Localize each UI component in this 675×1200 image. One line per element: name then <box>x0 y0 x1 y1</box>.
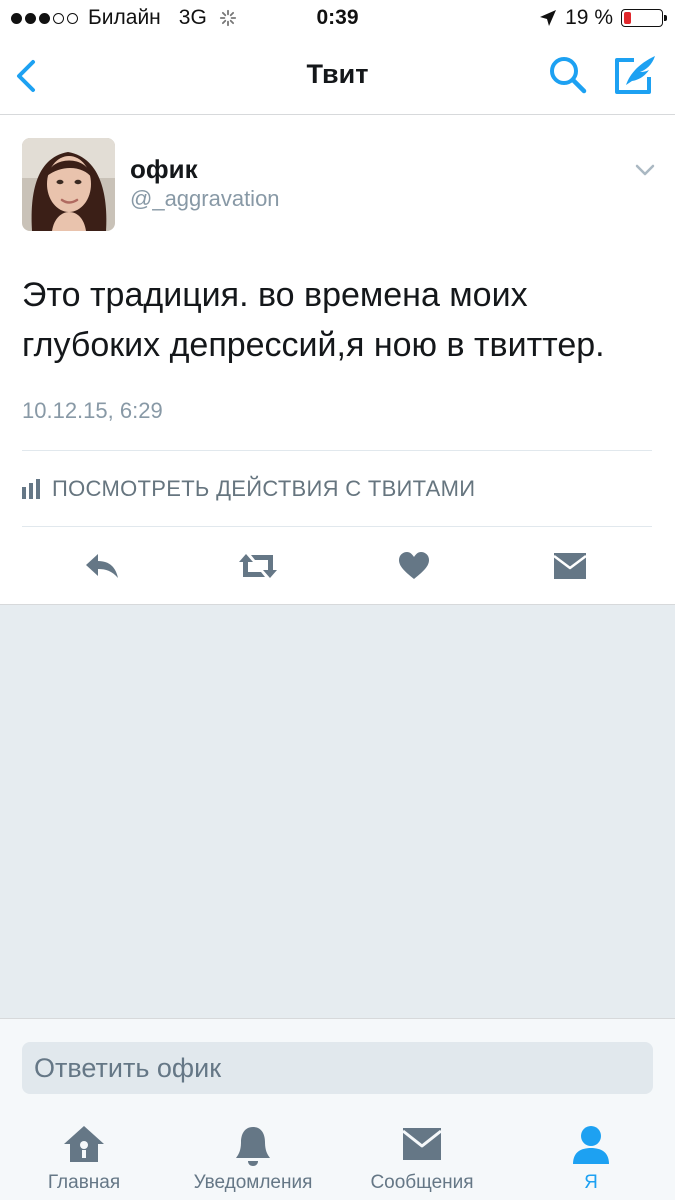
reply-button[interactable] <box>82 544 122 588</box>
avatar[interactable] <box>22 138 115 231</box>
tab-notifications[interactable]: Уведомления <box>169 1106 337 1200</box>
battery-level <box>624 12 631 24</box>
tab-messages[interactable]: Сообщения <box>338 1106 506 1200</box>
tab-home[interactable]: Главная <box>0 1106 168 1200</box>
tab-me[interactable]: Я <box>507 1106 675 1200</box>
bell-icon <box>236 1127 270 1166</box>
tweet-timestamp: 10.12.15, 6:29 <box>22 398 163 423</box>
direct-message-icon <box>553 553 587 579</box>
divider <box>22 526 652 527</box>
home-icon <box>64 1126 104 1162</box>
user-icon <box>573 1126 609 1164</box>
display-name[interactable]: офик <box>130 154 198 185</box>
tweet-actions <box>0 544 675 588</box>
tab-label: Сообщения <box>370 1172 474 1193</box>
tweet-text: Это традиция. во времена моих глубоких д… <box>22 276 605 364</box>
navigation-bar: Твит <box>0 36 675 115</box>
status-bar: Билайн 3G 0:39 19 % <box>0 0 675 36</box>
battery-percent: 19 % <box>565 6 613 29</box>
empty-replies-area <box>0 604 675 1018</box>
tweet-detail: офик @_aggravation Это традиция. во врем… <box>0 116 675 604</box>
avatar-photo <box>22 138 115 231</box>
tweet-activity-link[interactable]: ПОСМОТРЕТЬ ДЕЙСТВИЯ С ТВИТАМИ <box>22 472 475 506</box>
reply-input[interactable] <box>22 1042 653 1094</box>
username[interactable]: @_aggravation <box>130 186 280 212</box>
reply-bar <box>0 1018 675 1106</box>
reply-icon <box>86 554 118 578</box>
tab-label: Уведомления <box>193 1172 313 1193</box>
analytics-bars-icon <box>22 479 40 499</box>
like-icon <box>399 552 429 579</box>
tab-label: Главная <box>47 1172 121 1193</box>
status-right: 19 % <box>539 6 667 30</box>
retweet-button[interactable] <box>236 544 280 588</box>
tweet-activity-label: ПОСМОТРЕТЬ ДЕЙСТВИЯ С ТВИТАМИ <box>52 476 476 501</box>
tab-label: Я <box>584 1172 598 1193</box>
like-button[interactable] <box>396 544 432 588</box>
retweet-icon <box>239 554 277 578</box>
search-icon[interactable] <box>548 55 588 95</box>
location-arrow-icon <box>540 10 557 26</box>
envelope-icon <box>402 1128 442 1160</box>
chevron-down-icon[interactable] <box>633 160 657 180</box>
divider <box>22 450 652 451</box>
tab-bar: Главная Уведомления Сообщения Я <box>0 1106 675 1200</box>
battery-icon <box>621 9 667 27</box>
compose-tweet-icon[interactable] <box>612 53 658 97</box>
direct-message-button[interactable] <box>551 544 589 588</box>
